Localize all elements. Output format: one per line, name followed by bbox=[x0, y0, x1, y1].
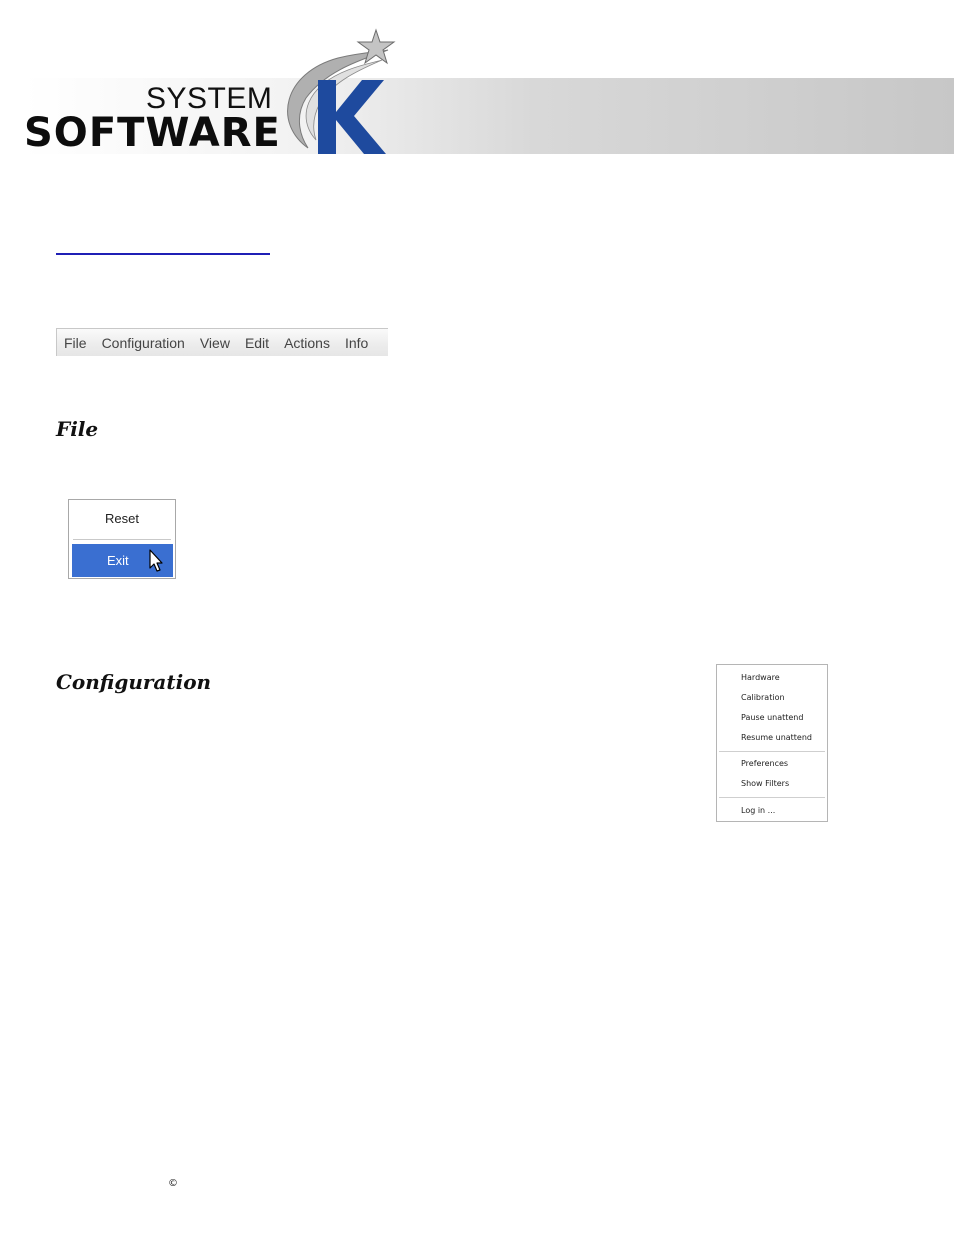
copyright-symbol: © bbox=[168, 1178, 178, 1189]
menu-info[interactable]: Info bbox=[345, 335, 368, 351]
file-section-heading: File bbox=[56, 417, 99, 441]
config-menu-log-in[interactable]: Log in ... bbox=[741, 806, 775, 815]
k-letter-shape bbox=[318, 80, 386, 154]
config-menu-calibration[interactable]: Calibration bbox=[741, 693, 785, 702]
file-menu-reset[interactable]: Reset bbox=[69, 511, 175, 526]
configuration-section-heading: Configuration bbox=[56, 670, 212, 694]
menu-separator bbox=[73, 539, 171, 540]
file-menu-exit-label: Exit bbox=[107, 553, 129, 568]
config-menu-show-filters[interactable]: Show Filters bbox=[741, 779, 789, 788]
header-banner: SYSTEM SOFTWARE bbox=[0, 28, 954, 158]
menu-actions[interactable]: Actions bbox=[284, 335, 330, 351]
menu-view[interactable]: View bbox=[200, 335, 230, 351]
config-menu-resume-unattend[interactable]: Resume unattend bbox=[741, 733, 812, 742]
logo-software-text: SOFTWARE bbox=[24, 110, 281, 156]
menu-configuration[interactable]: Configuration bbox=[102, 335, 185, 351]
file-dropdown-menu: Reset Exit bbox=[68, 499, 176, 579]
config-menu-pause-unattend[interactable]: Pause unattend bbox=[741, 713, 803, 722]
menu-edit[interactable]: Edit bbox=[245, 335, 269, 351]
menu-separator bbox=[719, 751, 825, 752]
file-menu-exit[interactable]: Exit bbox=[72, 544, 173, 577]
config-menu-preferences[interactable]: Preferences bbox=[741, 759, 788, 768]
config-menu-hardware[interactable]: Hardware bbox=[741, 673, 780, 682]
menu-bar: File Configuration View Edit Actions Inf… bbox=[56, 328, 388, 356]
menu-file[interactable]: File bbox=[64, 335, 87, 351]
logo-k-emblem bbox=[287, 28, 396, 154]
hyperlink-underline[interactable] bbox=[56, 253, 270, 255]
mouse-pointer-icon bbox=[149, 549, 163, 572]
configuration-dropdown-menu: Hardware Calibration Pause unattend Resu… bbox=[716, 664, 828, 822]
menu-separator bbox=[719, 797, 825, 798]
